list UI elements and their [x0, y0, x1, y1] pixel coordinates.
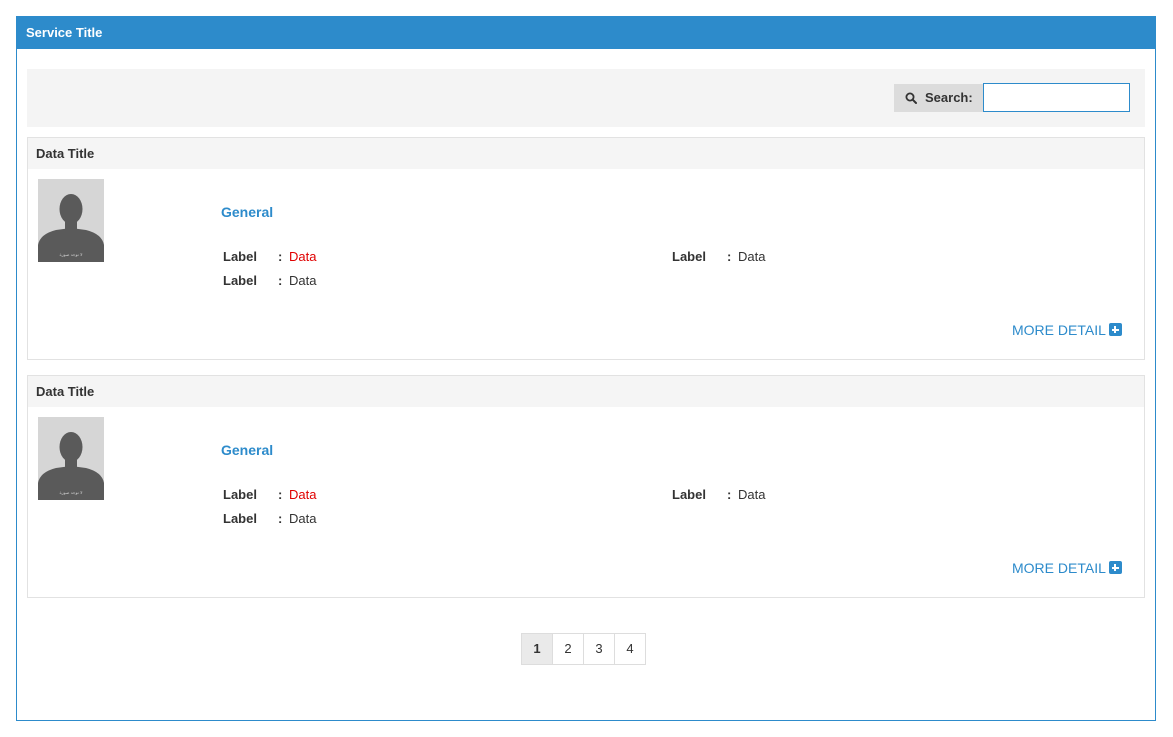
panel-title: Service Title	[17, 17, 1155, 49]
service-panel: Service Title Search: Data Title لا توجد…	[16, 16, 1156, 721]
field-label: Label	[223, 511, 257, 526]
field-3: Label : Data	[223, 273, 317, 288]
avatar-caption: لا توجد صورة	[59, 490, 82, 495]
field-label: Label	[672, 249, 706, 264]
field-label: Label	[223, 487, 257, 502]
field-value: Data	[289, 249, 317, 264]
field-value: Data	[738, 249, 766, 264]
field-2: Label : Data	[672, 487, 766, 502]
search-input[interactable]	[983, 83, 1130, 112]
more-detail-label[interactable]: MORE DETAIL	[1012, 560, 1106, 576]
page-button-3[interactable]: 3	[583, 633, 615, 665]
person-silhouette-icon: لا توجد صورة	[38, 194, 104, 262]
search-bar: Search:	[27, 69, 1145, 127]
page-button-1[interactable]: 1	[521, 633, 553, 665]
search-icon	[905, 92, 917, 104]
page-button-4[interactable]: 4	[614, 633, 646, 665]
field-3: Label : Data	[223, 511, 317, 526]
card-title: Data Title	[28, 376, 1144, 407]
data-card: Data Title لا توجد صورة General Label : …	[27, 375, 1145, 598]
data-card: Data Title لا توجد صورة General Label : …	[27, 137, 1145, 360]
more-detail-link[interactable]: MORE DETAIL	[1012, 560, 1122, 576]
field-1: Label : Data	[223, 249, 317, 264]
avatar-placeholder: لا توجد صورة	[38, 179, 104, 262]
field-value: Data	[289, 487, 317, 502]
field-value: Data	[738, 487, 766, 502]
search-label: Search:	[894, 84, 983, 112]
field-label: Label	[223, 273, 257, 288]
avatar-caption: لا توجد صورة	[59, 252, 82, 257]
section-title-general: General	[221, 442, 274, 458]
field-label: Label	[672, 487, 706, 502]
field-2: Label : Data	[672, 249, 766, 264]
field-value: Data	[289, 273, 317, 288]
person-silhouette-icon: لا توجد صورة	[38, 432, 104, 500]
field-value: Data	[289, 511, 317, 526]
page-button-2[interactable]: 2	[552, 633, 584, 665]
card-title: Data Title	[28, 138, 1144, 169]
more-detail-link[interactable]: MORE DETAIL	[1012, 322, 1122, 338]
search-label-text: Search:	[925, 90, 973, 105]
section-title-general: General	[221, 204, 274, 220]
field-1: Label : Data	[223, 487, 317, 502]
plus-square-icon[interactable]	[1108, 561, 1122, 574]
avatar-placeholder: لا توجد صورة	[38, 417, 104, 500]
field-label: Label	[223, 249, 257, 264]
more-detail-label[interactable]: MORE DETAIL	[1012, 322, 1106, 338]
pagination: 1 2 3 4	[521, 633, 646, 665]
plus-square-icon[interactable]	[1108, 323, 1122, 336]
